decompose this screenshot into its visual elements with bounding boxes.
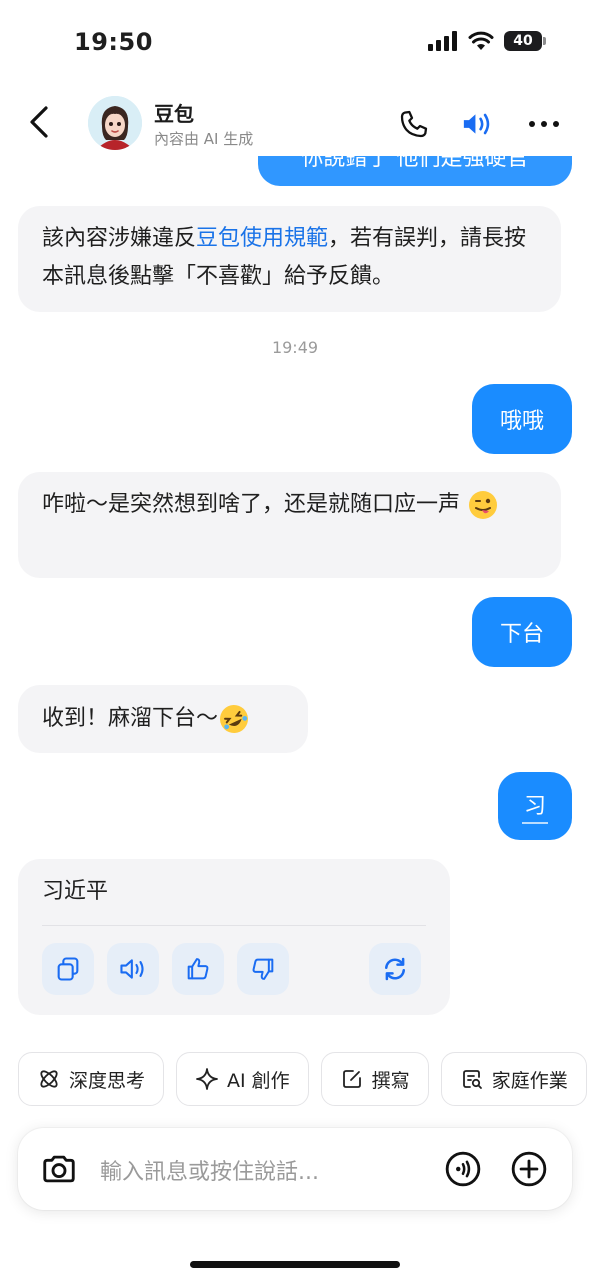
edit-icon	[342, 1070, 361, 1088]
message-input[interactable]: 輸入訊息或按住說話...	[100, 1154, 319, 1186]
signal-icon	[428, 31, 457, 51]
status-bar: 19:50 40	[0, 0, 590, 88]
regenerate-button[interactable]	[369, 943, 421, 995]
thumbs-down-icon	[252, 958, 274, 980]
read-aloud-button[interactable]	[107, 943, 159, 995]
chip-homework[interactable]: 家庭作業	[440, 1052, 587, 1106]
camera-icon	[43, 1155, 75, 1183]
message-timestamp: 19:49	[271, 338, 319, 357]
bot-message[interactable]: 习近平	[18, 859, 450, 1015]
camera-button[interactable]	[40, 1150, 78, 1192]
wifi-icon	[468, 31, 494, 50]
rofl-emoji-icon	[220, 705, 249, 733]
speaker-icon	[463, 113, 490, 135]
plus-circle-icon	[511, 1151, 547, 1187]
avatar[interactable]	[88, 96, 142, 150]
user-message[interactable]: 习	[498, 772, 572, 840]
refresh-icon	[385, 957, 405, 981]
chevron-left-icon	[30, 106, 48, 138]
back-button[interactable]	[22, 102, 58, 142]
call-button[interactable]	[394, 104, 434, 144]
input-underline	[522, 822, 548, 824]
chip-label: AI 創作	[227, 1069, 290, 1092]
quick-actions: 深度思考 AI 創作 撰寫 家庭作業	[18, 1052, 587, 1106]
chip-label: 深度思考	[69, 1069, 146, 1092]
homework-icon	[462, 1070, 482, 1089]
user-message[interactable]: 下台	[472, 597, 572, 667]
chip-deep-thinking[interactable]: 深度思考	[18, 1052, 165, 1106]
copy-icon	[57, 957, 79, 981]
usage-policy-link[interactable]: 豆包使用規範	[196, 226, 328, 251]
chip-ai-create[interactable]: AI 創作	[176, 1052, 309, 1106]
bot-avatar-icon	[88, 96, 142, 150]
status-time: 19:50	[74, 28, 153, 56]
bot-message[interactable]: 咋啦～是突然想到啥了，还是就随口应一声	[18, 472, 561, 578]
chat-header: 豆包 內容由 AI 生成	[0, 88, 590, 156]
winking-tongue-emoji-icon	[469, 491, 498, 519]
atom-icon	[40, 1070, 58, 1088]
thumbs-up-icon	[187, 958, 209, 980]
user-message[interactable]: 哦哦	[472, 384, 572, 454]
battery-icon: 40	[504, 31, 546, 51]
phone-icon	[400, 110, 428, 138]
battery-level: 40	[513, 33, 533, 49]
more-icon	[529, 121, 559, 127]
copy-button[interactable]	[42, 943, 94, 995]
speaker-button[interactable]	[458, 104, 498, 144]
chip-label: 撰寫	[371, 1069, 410, 1092]
content-warning-message[interactable]: 該內容涉嫌違反豆包使用規範，若有誤判，請長按本訊息後點擊「不喜歡」給予反饋。	[18, 206, 561, 312]
voice-button[interactable]	[444, 1150, 482, 1192]
user-message-text: 下台	[499, 622, 544, 647]
user-message-text: 习	[523, 794, 546, 819]
bot-subtitle: 內容由 AI 生成	[154, 130, 254, 148]
chip-write[interactable]: 撰寫	[320, 1052, 429, 1106]
bot-message-text: 习近平	[42, 879, 109, 904]
message-input-bar: 輸入訊息或按住說話...	[18, 1128, 572, 1210]
add-button[interactable]	[510, 1150, 548, 1192]
bot-name: 豆包	[154, 102, 194, 126]
user-message-text: 哦哦	[499, 409, 544, 434]
bot-message-text: 收到！麻溜下台～	[42, 706, 219, 731]
voice-wave-icon	[445, 1151, 481, 1187]
bot-message[interactable]: 收到！麻溜下台～	[18, 685, 308, 753]
sparkle-icon	[196, 1068, 218, 1090]
home-indicator	[190, 1261, 400, 1268]
bot-message-text: 咋啦～是突然想到啥了，还是就随口应一声	[42, 492, 461, 517]
divider	[42, 925, 426, 926]
warning-text-before: 該內容涉嫌違反	[42, 226, 197, 251]
dislike-button[interactable]	[237, 943, 289, 995]
speaker-outline-icon	[120, 959, 144, 979]
status-icons: 40	[428, 31, 546, 51]
chip-label: 家庭作業	[491, 1069, 568, 1092]
more-button[interactable]	[524, 104, 564, 144]
like-button[interactable]	[172, 943, 224, 995]
message-actions	[42, 943, 421, 995]
